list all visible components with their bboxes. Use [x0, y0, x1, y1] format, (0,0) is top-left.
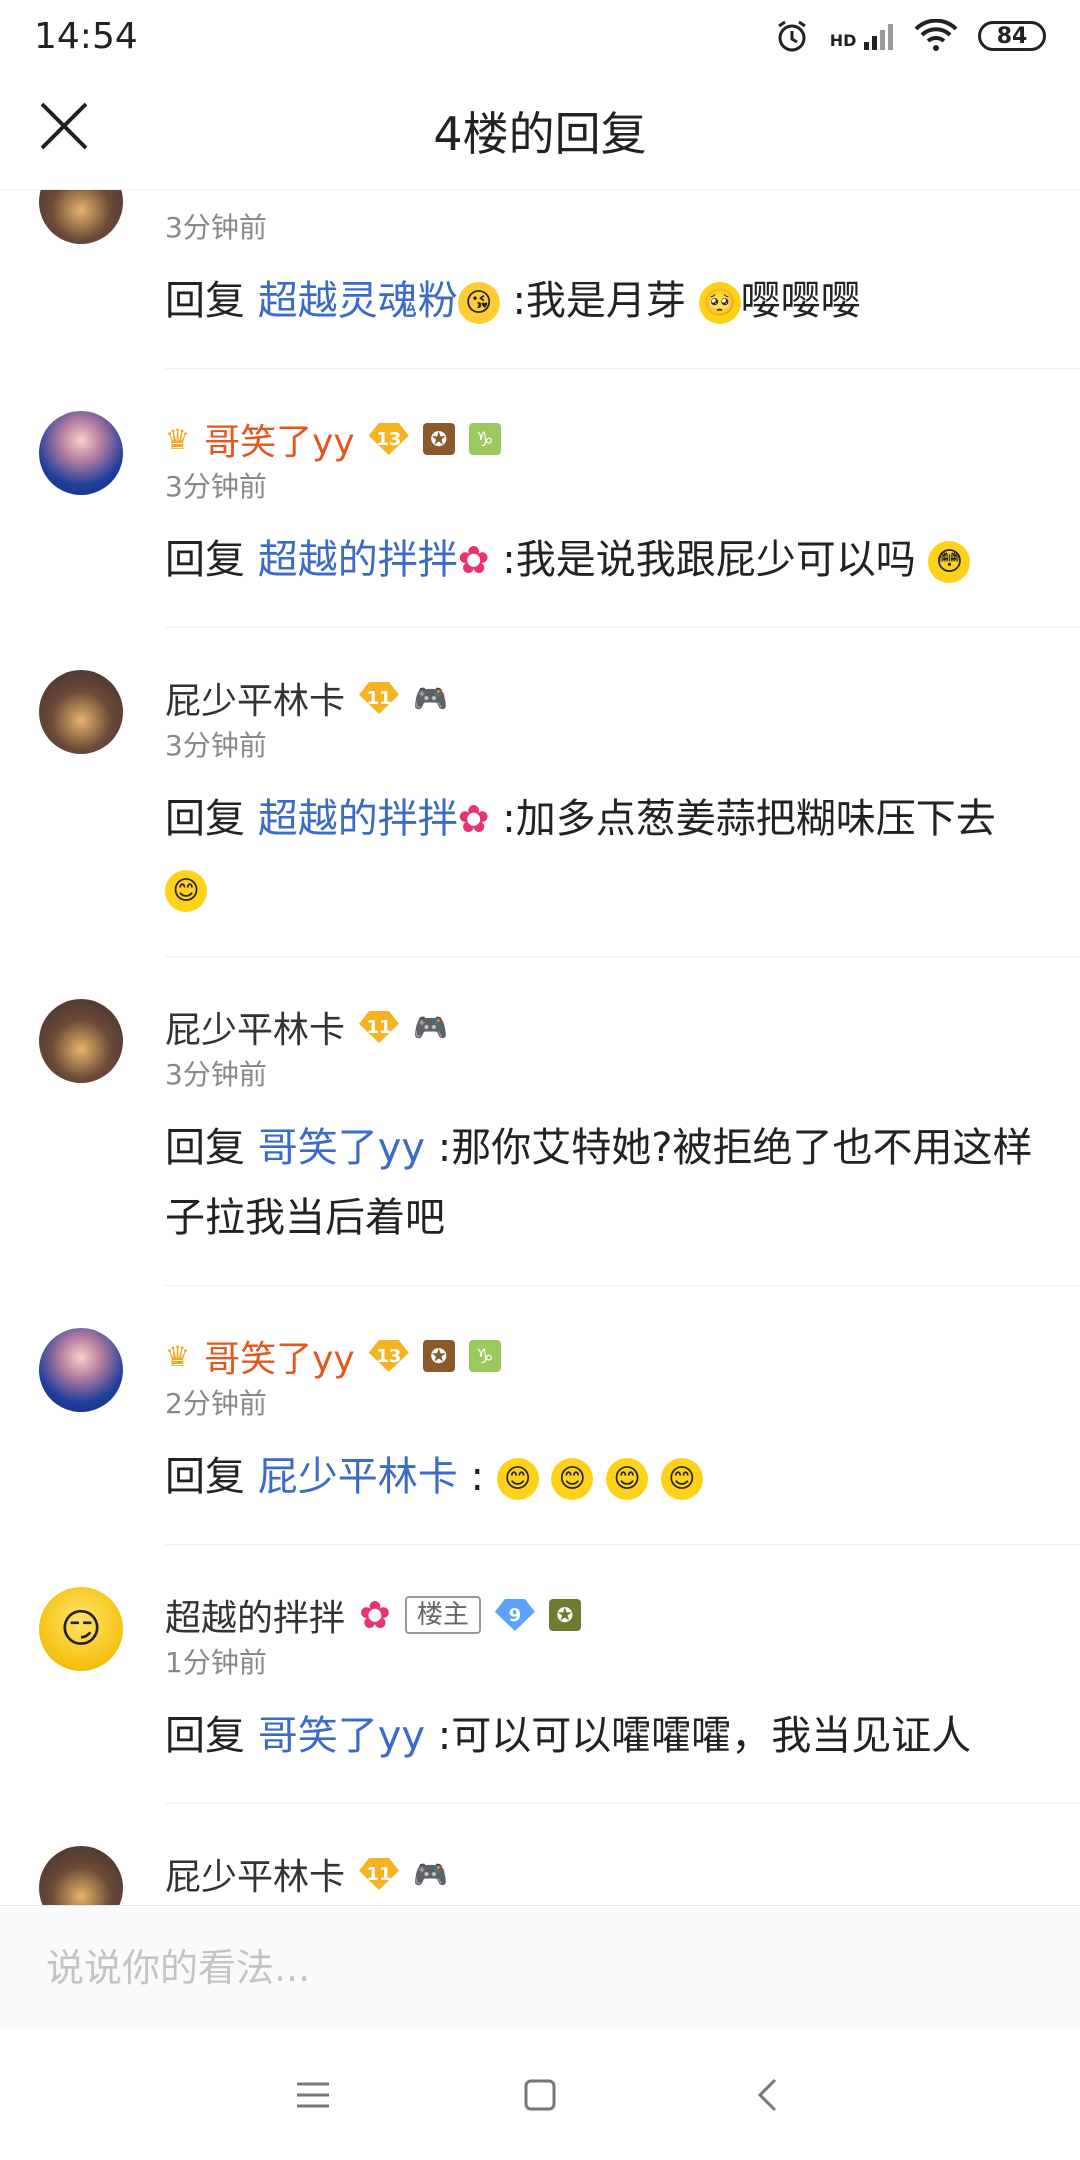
smile-emoji-icon: 😊 — [165, 870, 207, 912]
system-nav-bar — [0, 2029, 1080, 2160]
reply-item[interactable]: 😏 超越的拌拌 ✿ 楼主 9 ✪ 1分钟前 回复 哥笑了yy :可以可以嚯嚯嚯，… — [39, 1545, 1080, 1804]
reply-item[interactable]: ♛ 哥笑了yy 13 ✪ ♑ 2分钟前 回复 屁少平林卡 : 😊 😊 😊 😊 — [39, 1286, 1080, 1545]
close-icon[interactable] — [36, 98, 92, 154]
medal-icon: ✪ — [422, 1340, 455, 1372]
username[interactable]: 超越的拌拌 — [165, 1589, 345, 1641]
username[interactable]: 哥笑了yy — [204, 1330, 355, 1382]
gamepad-icon: 🎮 — [413, 1010, 448, 1044]
comment-input-bar — [0, 1905, 1080, 2029]
reply-content[interactable]: 回复 哥笑了yy :那你艾特她?被拒绝了也不用这样子拉我当后着吧 — [165, 1095, 1048, 1285]
reply-time: 2分钟前 — [165, 1387, 267, 1420]
menu-nav-button[interactable] — [283, 2065, 343, 2125]
reply-item[interactable]: 屁少平林卡 11 🎮 — [39, 1804, 1080, 1905]
page-title: 4楼的回复 — [433, 106, 647, 161]
level-badge-icon: 13 — [368, 1340, 409, 1372]
battery-icon: 84 — [978, 21, 1046, 51]
reply-target-link[interactable]: 超越的拌拌 — [258, 796, 458, 842]
avatar[interactable] — [39, 1846, 123, 1905]
reply-target-link[interactable]: 超越灵魂粉 — [258, 278, 458, 324]
reply-time: 3分钟前 — [165, 729, 267, 762]
level-badge-icon: 9 — [494, 1599, 535, 1631]
avatar[interactable] — [39, 411, 123, 495]
smile-emoji-icon: 😊 — [606, 1458, 649, 1500]
kiss-emoji-icon: 😘 — [457, 282, 500, 324]
owner-tag: 楼主 — [404, 1596, 481, 1634]
crown-icon: ♛ — [165, 422, 191, 456]
gamepad-icon: 🎮 — [413, 681, 448, 715]
page-header: 4楼的回复 — [0, 72, 1080, 190]
smile-emoji-icon: 😊 — [496, 1458, 539, 1500]
reply-time: 1分钟前 — [165, 1646, 267, 1679]
reply-content[interactable]: 回复 超越的拌拌✿ :我是说我跟屁少可以吗 😳 — [165, 507, 1048, 627]
avatar[interactable] — [39, 1328, 123, 1412]
avatar[interactable]: 😏 — [39, 1587, 123, 1671]
reply-target-link[interactable]: 屁少平林卡 — [258, 1454, 458, 1500]
username[interactable]: 屁少平林卡 — [165, 1848, 345, 1900]
menu-icon — [297, 2082, 330, 2107]
reply-item[interactable]: 屁少平林卡 11 🎮 3分钟前 回复 超越的拌拌✿ :加多点葱姜蒜把糊味压下去 … — [39, 628, 1080, 957]
home-nav-button[interactable] — [510, 2065, 570, 2125]
flower-icon: ✿ — [457, 538, 490, 582]
reply-content[interactable]: 回复 超越的拌拌✿ :加多点葱姜蒜把糊味压下去 😊 — [165, 766, 1048, 956]
status-time: 14:54 — [34, 15, 138, 57]
hd-signal-icon: HD — [830, 22, 894, 50]
flower-icon: ✿ — [457, 797, 490, 841]
sad-emoji-icon: 🥺 — [698, 282, 741, 324]
alarm-icon — [777, 20, 806, 52]
reply-content[interactable]: 回复 哥笑了yy :可以可以嚯嚯嚯，我当见证人 — [165, 1683, 1048, 1803]
capricorn-icon: ♑ — [468, 1340, 501, 1372]
reply-item[interactable]: 3分钟前 回复 超越灵魂粉 😘 :我是月芽 🥺 嘤嘤嘤 — [39, 190, 1080, 369]
level-badge-icon: 13 — [368, 423, 409, 455]
medal-icon: ✪ — [548, 1599, 581, 1631]
avatar[interactable] — [39, 190, 123, 244]
level-badge-icon: 11 — [359, 1858, 400, 1890]
crown-icon: ♛ — [165, 1339, 191, 1373]
capricorn-icon: ♑ — [468, 423, 501, 455]
avatar[interactable] — [39, 670, 123, 754]
gamepad-icon: 🎮 — [413, 1857, 448, 1891]
reply-content[interactable]: 回复 超越灵魂粉 😘 :我是月芽 🥺 嘤嘤嘤 — [165, 248, 1048, 368]
flower-icon: ✿ — [359, 1593, 391, 1637]
smile-emoji-icon: 😊 — [551, 1458, 594, 1500]
back-icon — [757, 2078, 776, 2111]
smile-emoji-icon: 😊 — [660, 1458, 703, 1500]
reply-target-link[interactable]: 哥笑了yy — [258, 1125, 425, 1171]
username[interactable]: 哥笑了yy — [204, 413, 355, 465]
reply-time: 3分钟前 — [165, 470, 267, 503]
reply-target-link[interactable]: 哥笑了yy — [258, 1713, 425, 1759]
reply-content[interactable]: 回复 屁少平林卡 : 😊 😊 😊 😊 — [165, 1424, 1048, 1544]
reply-time: 3分钟前 — [165, 1058, 267, 1091]
comment-input[interactable] — [46, 1945, 946, 1990]
username[interactable]: 屁少平林卡 — [165, 672, 345, 724]
reply-target-link[interactable]: 超越的拌拌 — [258, 537, 458, 583]
shy-emoji-icon: 😳 — [928, 541, 971, 583]
home-square-icon — [524, 2079, 556, 2110]
level-badge-icon: 11 — [359, 682, 400, 714]
username[interactable]: 屁少平林卡 — [165, 1001, 345, 1053]
status-icons: HD 84 — [774, 18, 1046, 54]
level-badge-icon: 11 — [359, 1011, 400, 1043]
reply-list[interactable]: 3分钟前 回复 超越灵魂粉 😘 :我是月芽 🥺 嘤嘤嘤 ♛ 哥笑了yy 13 ✪ ♑… — [0, 190, 1080, 1905]
back-nav-button[interactable] — [737, 2065, 797, 2125]
avatar[interactable] — [39, 999, 123, 1083]
reply-item[interactable]: 屁少平林卡 11 🎮 3分钟前 回复 哥笑了yy :那你艾特她?被拒绝了也不用这… — [39, 957, 1080, 1286]
reply-item[interactable]: ♛ 哥笑了yy 13 ✪ ♑ 3分钟前 回复 超越的拌拌✿ :我是说我跟屁少可以… — [39, 369, 1080, 628]
wifi-icon — [914, 19, 958, 51]
medal-icon: ✪ — [422, 423, 455, 455]
reply-time: 3分钟前 — [165, 211, 267, 244]
status-bar: 14:54 HD 84 — [0, 0, 1080, 72]
